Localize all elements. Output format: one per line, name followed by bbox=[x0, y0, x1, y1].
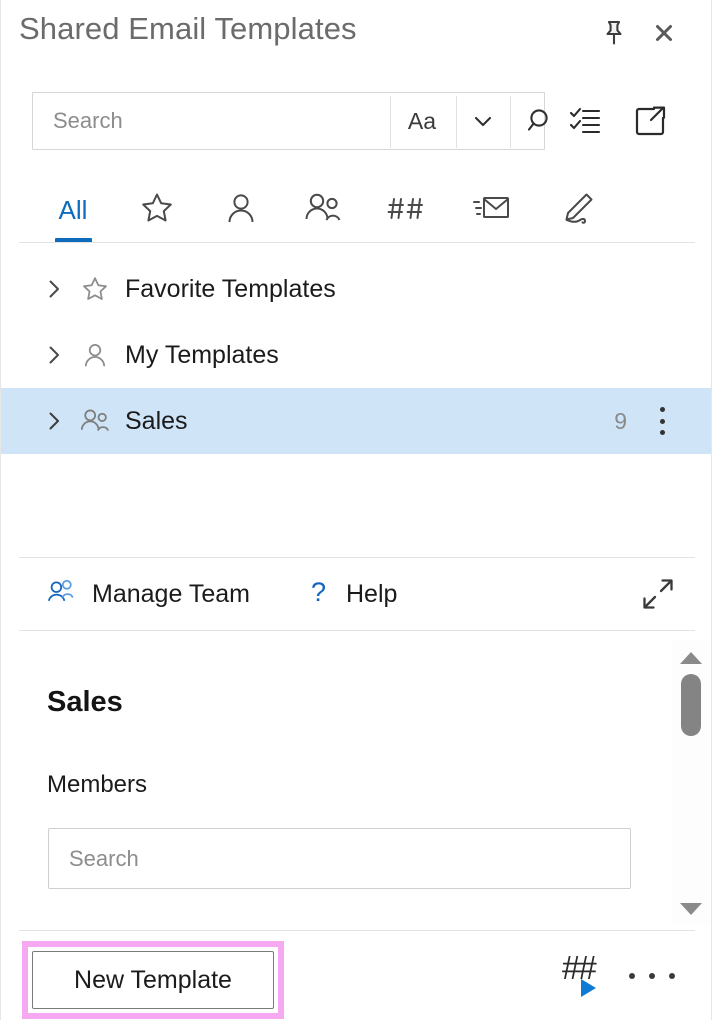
tab-favorites[interactable] bbox=[127, 176, 187, 244]
chevron-right-icon[interactable] bbox=[37, 409, 71, 433]
play-triangle-icon bbox=[581, 979, 596, 997]
new-template-button[interactable]: New Template bbox=[32, 951, 274, 1009]
tabs-divider bbox=[19, 242, 695, 243]
tree-item-label: My Templates bbox=[125, 340, 279, 369]
tree-item-label: Sales bbox=[125, 406, 188, 435]
team-detail-panel: Sales Members bbox=[1, 631, 712, 930]
tree-item-sales[interactable]: Sales 9 bbox=[1, 388, 711, 454]
team-icon bbox=[44, 576, 80, 613]
templates-tree: Favorite Templates My Templates Sales 9 bbox=[1, 256, 711, 454]
chevron-right-icon[interactable] bbox=[37, 343, 71, 367]
open-in-new-window-icon[interactable] bbox=[627, 97, 675, 145]
checklist-icon[interactable] bbox=[561, 97, 609, 145]
team-name-heading: Sales bbox=[47, 686, 123, 718]
actions-bar: Manage Team ? Help bbox=[1, 558, 711, 630]
help-label: Help bbox=[346, 579, 398, 608]
incoming-mail-icon bbox=[470, 188, 514, 233]
tab-all-label: All bbox=[58, 194, 88, 225]
tree-item-favorite-templates[interactable]: Favorite Templates bbox=[1, 256, 711, 322]
tab-signatures[interactable] bbox=[546, 176, 606, 244]
tab-all[interactable]: All bbox=[47, 176, 99, 244]
manage-team-button[interactable]: Manage Team bbox=[44, 558, 250, 630]
members-search-input[interactable] bbox=[48, 828, 631, 889]
close-icon[interactable] bbox=[647, 16, 681, 50]
shared-email-templates-pane: Shared Email Templates Aa bbox=[0, 0, 712, 1020]
title-bar: Shared Email Templates bbox=[1, 0, 711, 74]
template-count-badge: 9 bbox=[614, 407, 627, 434]
search-bar: Aa bbox=[32, 92, 548, 150]
signature-pen-icon bbox=[553, 188, 599, 233]
ellipsis-icon[interactable] bbox=[629, 961, 675, 991]
more-options-icon[interactable] bbox=[649, 404, 675, 438]
team-icon bbox=[301, 188, 345, 233]
help-button[interactable]: ? Help bbox=[304, 558, 397, 630]
filter-tab-bar: All bbox=[1, 176, 711, 244]
tab-hashtags[interactable] bbox=[377, 176, 437, 244]
tab-incoming-mail[interactable] bbox=[462, 176, 522, 244]
match-case-label: Aa bbox=[407, 107, 437, 134]
match-case-button[interactable]: Aa bbox=[391, 93, 453, 149]
star-icon bbox=[75, 273, 115, 305]
tab-my-templates[interactable] bbox=[211, 176, 271, 244]
pin-icon[interactable] bbox=[597, 16, 631, 50]
members-label: Members bbox=[47, 771, 148, 798]
person-icon bbox=[221, 188, 261, 233]
tab-team-templates[interactable] bbox=[293, 176, 353, 244]
person-icon bbox=[75, 339, 115, 371]
star-icon bbox=[137, 188, 177, 233]
scroll-down-arrow-icon[interactable] bbox=[672, 895, 710, 923]
bottom-bar: New Template ## bbox=[1, 931, 711, 1020]
chevron-down-icon[interactable] bbox=[457, 93, 509, 149]
hashtags-icon bbox=[385, 188, 429, 233]
chevron-right-icon[interactable] bbox=[37, 277, 71, 301]
team-icon bbox=[75, 405, 115, 437]
scrollbar-thumb[interactable] bbox=[681, 674, 701, 736]
search-icon[interactable] bbox=[511, 93, 567, 149]
run-macro-icon[interactable]: ## bbox=[562, 949, 614, 1005]
question-mark-icon: ? bbox=[304, 575, 334, 614]
expand-diagonal-icon[interactable] bbox=[634, 558, 682, 630]
search-input[interactable] bbox=[33, 93, 383, 149]
manage-team-label: Manage Team bbox=[92, 579, 250, 608]
scroll-up-arrow-icon[interactable] bbox=[672, 644, 710, 672]
svg-text:?: ? bbox=[311, 577, 326, 607]
tree-item-my-templates[interactable]: My Templates bbox=[1, 322, 711, 388]
page-title: Shared Email Templates bbox=[19, 11, 357, 46]
detail-scrollbar[interactable] bbox=[672, 640, 710, 925]
tree-item-label: Favorite Templates bbox=[125, 274, 336, 303]
